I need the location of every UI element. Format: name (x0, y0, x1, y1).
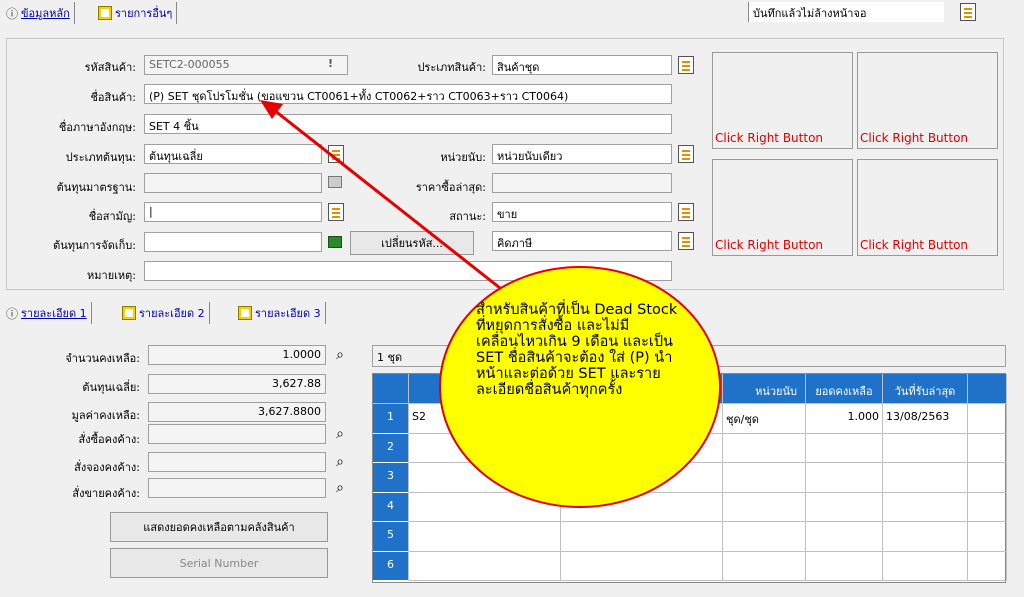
annotation-layer (260, 100, 721, 508)
annotation-arrow (273, 108, 501, 290)
annotation-text: สำหรับสินค้าที่เป็น Dead Stock ที่หยุดกา… (476, 302, 678, 398)
